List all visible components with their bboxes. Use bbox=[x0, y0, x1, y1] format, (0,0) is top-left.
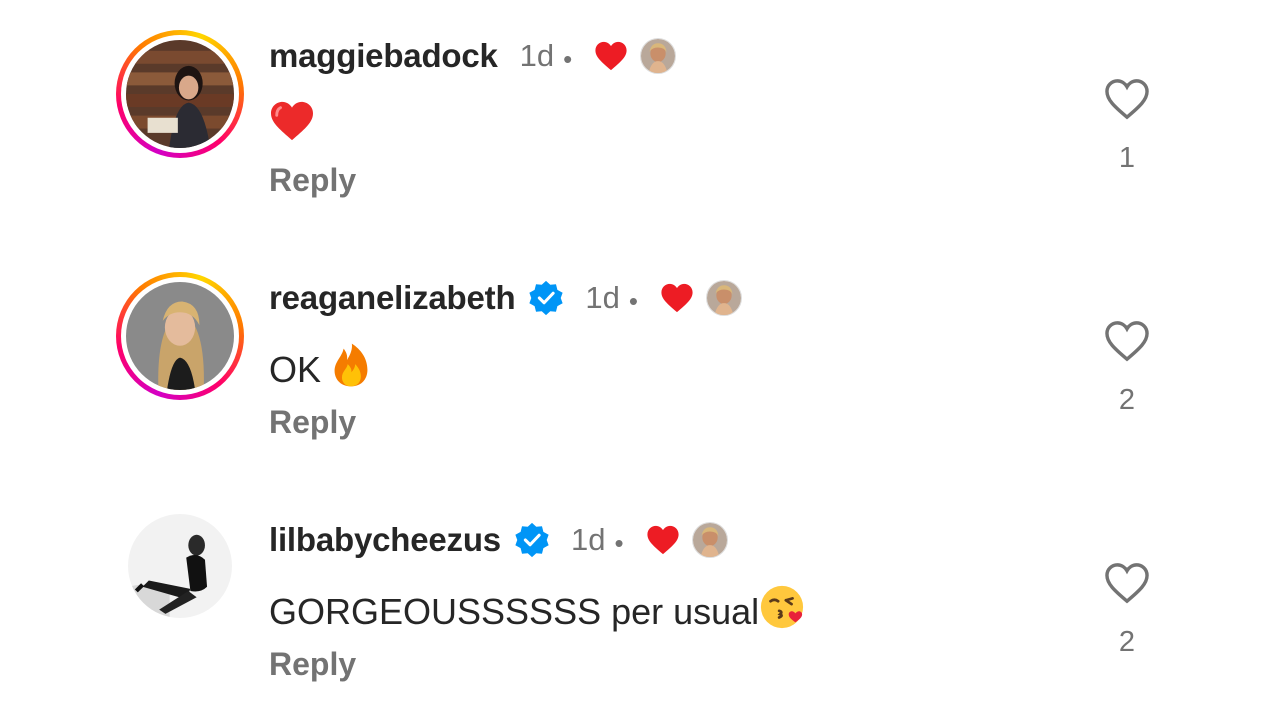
avatar[interactable] bbox=[128, 514, 232, 618]
comment-username[interactable]: maggiebadock bbox=[269, 37, 498, 75]
comment-time: 1d bbox=[519, 38, 555, 73]
creator-heart-icon bbox=[661, 283, 693, 313]
comment-username[interactable]: reaganelizabeth bbox=[269, 279, 516, 317]
reply-button[interactable]: Reply bbox=[269, 646, 356, 683]
like-count: 2 bbox=[1118, 384, 1136, 416]
comment-username[interactable]: lilbabycheezus bbox=[269, 521, 501, 559]
verified-badge-icon bbox=[529, 280, 564, 316]
comment-time: 1d bbox=[570, 522, 606, 557]
comment-time: 1d bbox=[585, 280, 620, 315]
reply-button[interactable]: Reply bbox=[269, 162, 356, 199]
comment-item: reaganelizabeth 1d • OK Reply 2 bbox=[0, 250, 1280, 480]
heart-outline-icon[interactable] bbox=[1104, 78, 1150, 120]
avatar bbox=[126, 282, 234, 390]
like-count: 2 bbox=[1118, 626, 1136, 658]
creator-avatar bbox=[640, 38, 677, 74]
reply-button[interactable]: Reply bbox=[269, 404, 356, 441]
creator-heart-icon bbox=[595, 41, 627, 71]
comment-text: GORGEOUSSSSSS per usual bbox=[269, 584, 805, 639]
creator-avatar bbox=[706, 280, 743, 316]
red-heart-emoji bbox=[269, 100, 315, 152]
comment-text-body: OK bbox=[269, 348, 332, 390]
fire-emoji bbox=[331, 342, 371, 397]
comment-text: OK bbox=[269, 342, 371, 397]
like-count: 1 bbox=[1118, 142, 1136, 174]
creator-heart-icon bbox=[646, 525, 679, 555]
avatar bbox=[126, 40, 234, 148]
avatar-story-ring[interactable] bbox=[116, 30, 244, 158]
avatar-story-ring[interactable] bbox=[116, 272, 244, 400]
comment-text bbox=[269, 100, 315, 152]
comment-item: maggiebadock 1d • Reply 1 bbox=[0, 8, 1280, 238]
comment-text-body: GORGEOUSSSSSS per usual bbox=[269, 590, 760, 632]
verified-badge-icon bbox=[515, 522, 549, 558]
kiss-emoji bbox=[759, 584, 805, 639]
heart-outline-icon[interactable] bbox=[1104, 320, 1150, 362]
heart-outline-icon[interactable] bbox=[1104, 562, 1150, 604]
separator-dot: • bbox=[628, 285, 639, 316]
comment-item: lilbabycheezus 1d • GORGEOUSSSSSS per us… bbox=[0, 492, 1280, 722]
separator-dot: • bbox=[614, 527, 624, 558]
creator-avatar bbox=[691, 522, 728, 558]
separator-dot: • bbox=[563, 43, 573, 74]
